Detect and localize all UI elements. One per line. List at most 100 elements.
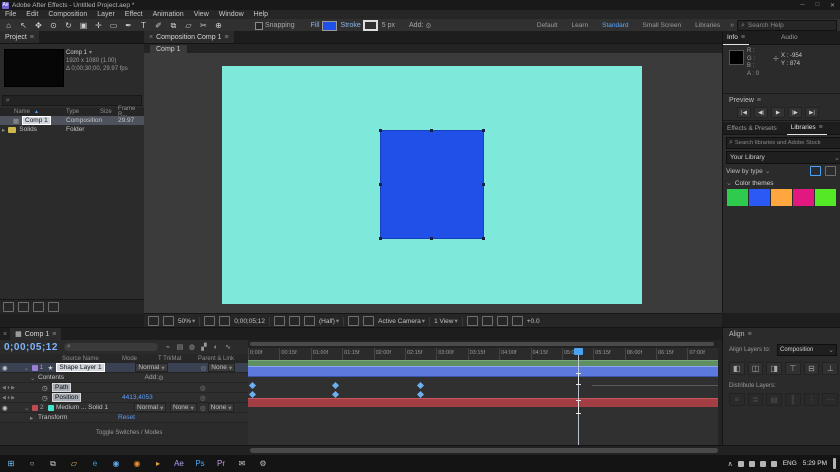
maximize-button[interactable]: □ [810,0,825,10]
tab-info[interactable]: Info ≡ [723,31,749,45]
library-select[interactable]: Your Library ⌄ [726,151,840,164]
expand-icon[interactable]: ⌄ [24,404,32,412]
mail-icon[interactable]: ✉ [232,456,252,471]
blend-mode-select[interactable]: Normal▾ [134,403,166,412]
pickwhip-icon[interactable]: ◎ [200,384,206,392]
previous-frame-button[interactable]: ◀| [754,107,768,118]
close-button[interactable]: ✕ [825,0,840,10]
panel-menu-icon[interactable]: ≡ [741,34,745,41]
hand-tool[interactable]: ✥ [32,20,45,31]
close-tab-icon[interactable]: × [149,34,153,41]
label-color-chip[interactable] [32,365,38,371]
zoom-level-value[interactable]: 50% [178,318,191,325]
tab-audio[interactable]: Audio [777,31,802,44]
align-to-select[interactable]: Composition ⌄ [777,344,837,356]
firefox-icon[interactable]: ◉ [127,456,147,471]
panel-menu-icon[interactable]: ≡ [819,124,823,131]
new-folder-icon[interactable] [18,302,29,312]
fill-color-swatch[interactable] [322,21,337,31]
solid-layer-duration-bar[interactable] [248,398,718,407]
resolution-caret-icon[interactable]: ▾ [336,317,339,325]
zoom-caret-icon[interactable]: ▾ [192,317,195,325]
distribute-top-icon[interactable]: ≡ [729,393,745,406]
contents-group-row[interactable]: ⌄ Contents Add: ⚙ [0,373,248,383]
keyframe-diamond[interactable] [417,382,424,389]
pan-behind-tool[interactable]: ✛ [92,20,105,31]
menu-item[interactable]: Window [214,11,249,18]
layer-in-point-ibeam[interactable] [578,400,579,414]
keyframe-diamond[interactable] [332,382,339,389]
position-property-label[interactable]: Position [52,393,81,402]
distribute-bottom-icon[interactable]: ▤ [766,393,782,406]
color-swatch[interactable] [749,189,770,206]
path-property-label[interactable]: Path [52,383,71,392]
close-tab-icon[interactable]: × [3,331,7,338]
minimize-button[interactable]: ─ [795,0,810,10]
menu-item[interactable]: Layer [92,11,120,18]
stroke-color-swatch[interactable] [363,20,378,31]
distribute-right-icon[interactable]: ⋯ [822,393,838,406]
keyframe-diamond[interactable] [417,391,424,398]
camera-caret-icon[interactable]: ▾ [422,317,425,325]
workspace-learn[interactable]: Learn [571,22,588,29]
shy-layers-icon[interactable]: ◍ [186,342,198,352]
blend-mode-select[interactable]: Normal▾ [135,363,167,372]
selection-handle[interactable] [482,237,485,240]
menu-item[interactable]: Effect [120,11,148,18]
color-swatch[interactable] [771,189,792,206]
eye-icon[interactable]: ◉ [0,364,24,372]
menu-item[interactable]: Help [249,11,273,18]
active-camera-value[interactable]: Active Camera [378,318,421,325]
layer-row-shape-layer-1[interactable]: ◉ ⌄ 1 ★ Shape Layer 1 Normal▾ ◎None▾ [0,363,248,373]
expand-icon[interactable]: ▸ [30,414,38,422]
frame-blend-icon[interactable]: ▞ [198,342,210,352]
show-channels-icon[interactable] [304,316,315,326]
stopwatch-icon[interactable]: ◷ [42,384,52,392]
panel-menu-icon[interactable]: ≡ [52,331,56,338]
snapping-checkbox[interactable] [255,22,263,30]
network-icon[interactable] [771,461,777,467]
align-right-icon[interactable]: ◨ [766,362,782,375]
mini-flowchart-icon[interactable] [497,316,508,326]
distribute-v-center-icon[interactable]: ≣ [748,393,764,406]
expand-icon[interactable]: ▸ [2,126,5,134]
view-layout-value[interactable]: 1 View [434,318,453,325]
view-by-type-label[interactable]: View by type [726,168,763,175]
mask-visibility-icon[interactable] [219,316,230,326]
contents-label[interactable]: Contents [38,374,118,381]
action-center-icon[interactable] [833,458,836,469]
workspace-small-screen[interactable]: Small Screen [643,22,682,29]
color-swatch[interactable] [793,189,814,206]
show-snapshot-icon[interactable] [289,316,300,326]
time-navigator-thumb[interactable] [250,342,714,346]
security-shield-icon[interactable] [749,461,755,467]
task-view-button[interactable]: ⧉ [43,456,63,471]
onedrive-icon[interactable] [738,461,744,467]
pickwhip-icon[interactable]: ◎ [201,364,207,372]
column-parent-link[interactable]: Parent & Link [198,356,234,362]
composition-canvas[interactable] [222,66,642,304]
shape-tool[interactable]: ▭ [107,20,120,31]
snapping-toggle[interactable]: Snapping [255,22,295,30]
align-left-icon[interactable]: ◧ [729,362,745,375]
menu-item[interactable]: Composition [43,11,92,18]
align-bottom-icon[interactable]: ⊥ [822,362,838,375]
search-button[interactable]: ○ [22,456,42,471]
layer-name[interactable]: Medium ... Solid 1 [56,404,134,411]
position-property-row[interactable]: ◀ ♦ ▶ ◷ Position 4413,4053 ◎ [0,393,248,403]
tab-composition[interactable]: × Composition Comp 1 ≡ [144,31,234,43]
transparency-grid-icon[interactable] [363,316,374,326]
draft-3d-icon[interactable]: ▤ [174,342,186,352]
tab-libraries[interactable]: Libraries ≡ [787,122,827,135]
shape-layer-square[interactable] [380,130,484,239]
fill-label[interactable]: Fill [311,22,320,29]
scrollbar-thumb[interactable] [250,448,718,453]
puppet-pin-tool[interactable]: ⊕ [212,20,225,31]
play-button[interactable]: ▶ [771,107,785,118]
transform-label[interactable]: Transform [38,414,118,421]
file-explorer-icon[interactable]: ▱ [64,456,84,471]
project-row-solids[interactable]: ▸ Solids Folder [0,125,144,134]
keyframe-diamond[interactable] [332,391,339,398]
align-h-center-icon[interactable]: ◫ [748,362,764,375]
trkmat-select[interactable]: None▾ [170,403,197,412]
